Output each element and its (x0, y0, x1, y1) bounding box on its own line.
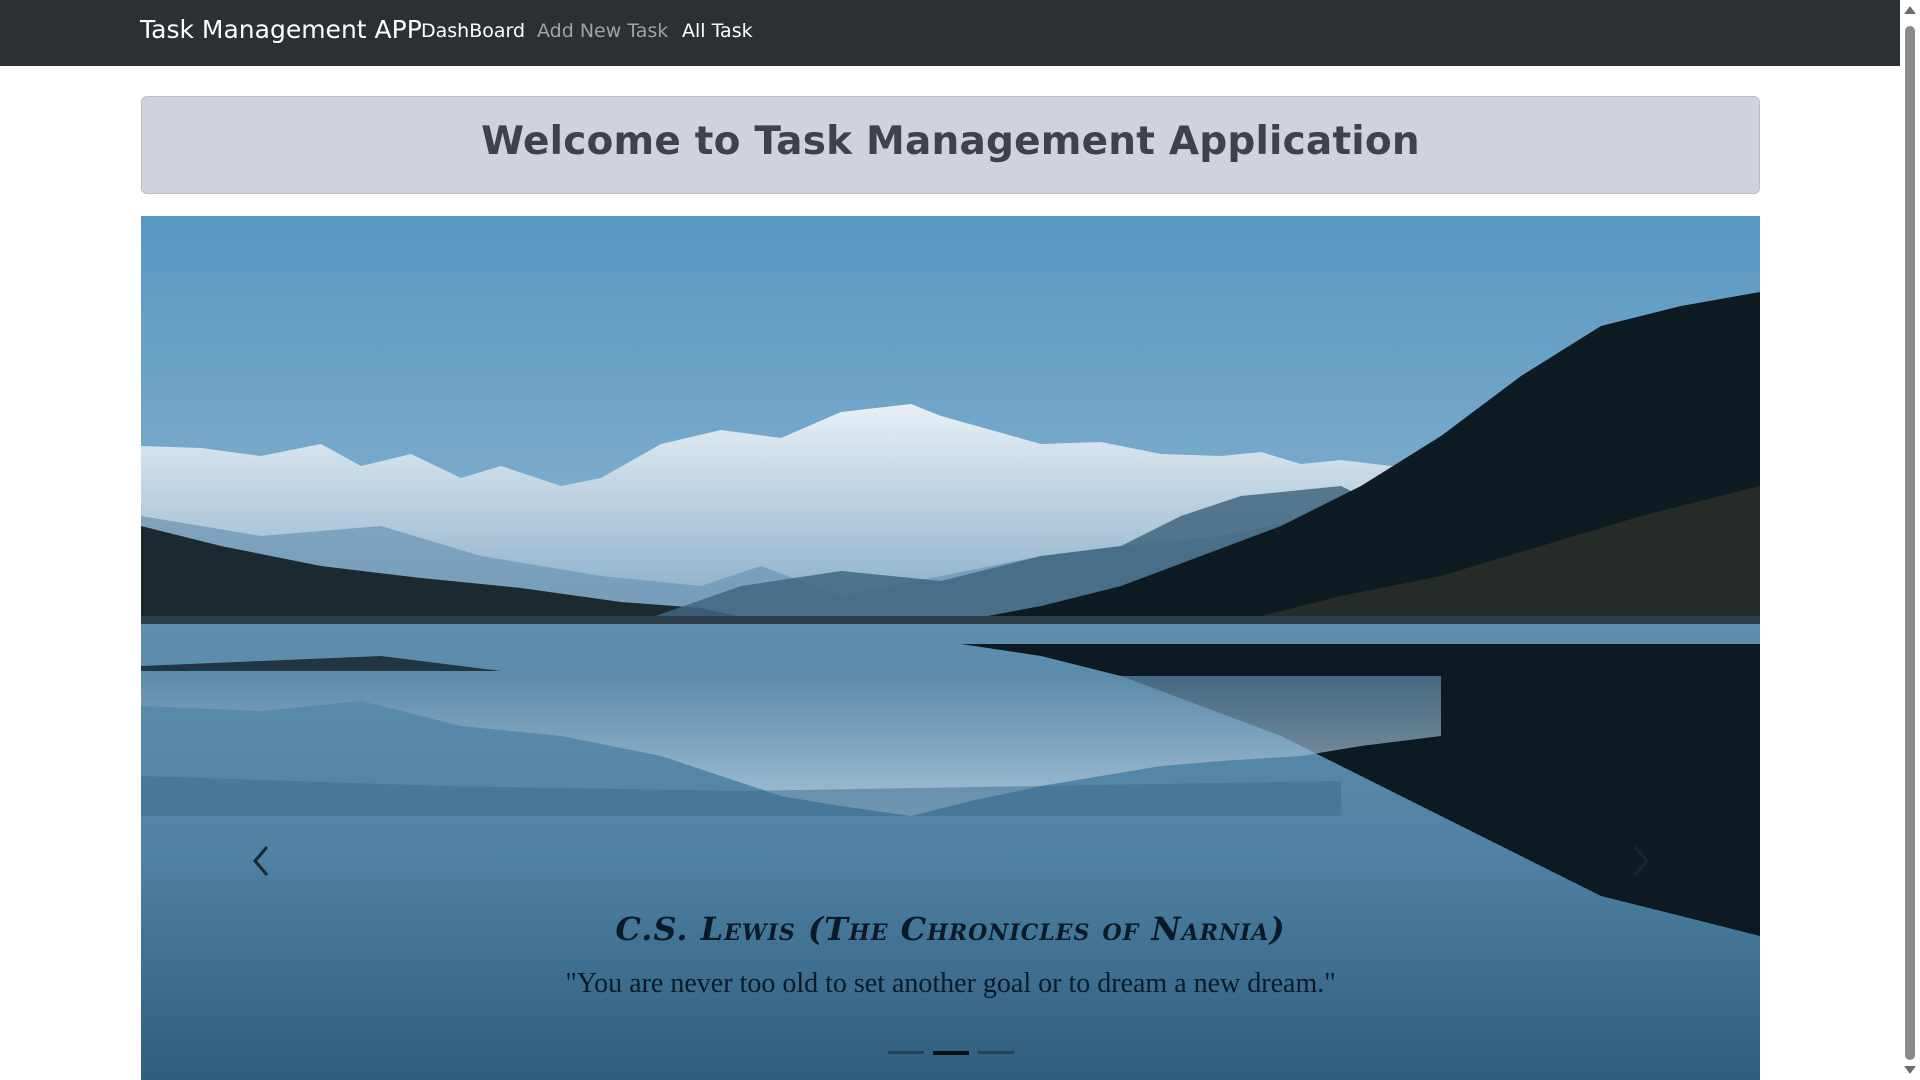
carousel-caption-title: C.S. Lewis (The Chronicles of Narnia) (615, 910, 1286, 948)
scroll-up-arrow-icon[interactable] (1904, 6, 1916, 14)
nav-link-all-task[interactable]: All Task (682, 20, 753, 42)
carousel-caption-quote: "You are never too old to set another go… (565, 968, 1336, 999)
scrollbar-thumb[interactable] (1905, 26, 1915, 1060)
nav-link-add-new-task[interactable]: Add New Task (537, 20, 668, 42)
scroll-down-arrow-icon[interactable] (1904, 1066, 1916, 1074)
carousel-indicator-2[interactable] (932, 1051, 969, 1055)
carousel-indicator-3[interactable] (977, 1051, 1014, 1054)
nav-link-dashboard[interactable]: DashBoard (421, 20, 525, 42)
welcome-banner: Welcome to Task Management Application (141, 96, 1760, 194)
carousel: C.S. Lewis (The Chronicles of Narnia) "Y… (141, 216, 1760, 1080)
chevron-left-icon (253, 846, 269, 876)
page-scrollbar[interactable] (1900, 0, 1920, 1080)
carousel-next-button[interactable] (1611, 816, 1671, 906)
carousel-prev-button[interactable] (231, 816, 291, 906)
brand-link[interactable]: Task Management APP (140, 15, 422, 44)
carousel-slide-image (141, 216, 1760, 1080)
page-title: Welcome to Task Management Application (481, 119, 1420, 164)
carousel-indicators (141, 1043, 1760, 1063)
page: Task Management APP DashBoard Add New Ta… (0, 0, 1920, 1080)
carousel-indicator-1[interactable] (887, 1051, 924, 1054)
top-navbar: Task Management APP DashBoard Add New Ta… (0, 0, 1900, 66)
chevron-right-icon (1633, 846, 1649, 876)
